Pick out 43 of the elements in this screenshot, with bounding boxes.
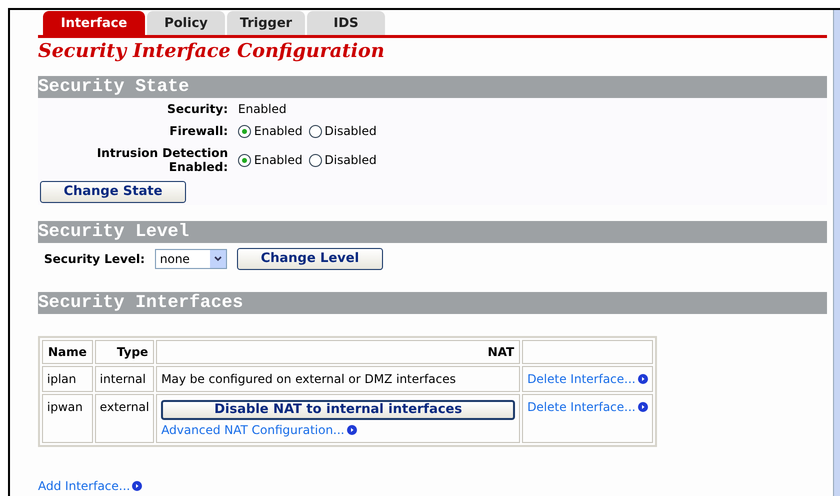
radio-icon[interactable] [308, 124, 322, 138]
chevron-down-icon [214, 256, 222, 262]
table-cell: iplan [42, 366, 93, 392]
table-cell: internal [94, 366, 154, 392]
radio-option[interactable]: Disabled [308, 124, 377, 138]
column-header: Name [42, 340, 93, 364]
column-header: NAT [156, 340, 520, 364]
radio-option[interactable]: Enabled [238, 124, 302, 138]
arrow-circle-icon [638, 374, 648, 384]
link[interactable]: Add Interface... [38, 478, 142, 492]
link[interactable]: Advanced NAT Configuration... [161, 422, 356, 436]
arrow-circle-icon [132, 480, 142, 490]
table-cell: ipwan [42, 394, 93, 442]
tab[interactable]: IDS [307, 11, 385, 35]
link[interactable]: Delete Interface... [527, 372, 648, 386]
column-header: Type [94, 340, 154, 364]
tab[interactable]: Interface [43, 11, 145, 35]
table-cell: external [94, 394, 154, 442]
page-title: Security Interface Configuration [38, 40, 386, 62]
tab[interactable]: Trigger [227, 11, 305, 35]
field-label: Security: [166, 102, 228, 116]
tab[interactable]: Policy [147, 11, 225, 35]
field-value: Enabled [238, 102, 288, 116]
radio-icon[interactable] [308, 154, 322, 166]
arrow-circle-icon [346, 424, 356, 434]
field-label: Intrusion Detection Enabled: [96, 146, 228, 174]
section-header: Security Interfaces [38, 292, 827, 314]
disable-nat-button[interactable]: Disable NAT to internal interfaces [161, 400, 516, 420]
radio-option[interactable]: Disabled [308, 153, 377, 167]
table-cell: May be configured on external or DMZ interfaces [156, 366, 520, 392]
level-select[interactable]: none [154, 248, 227, 268]
radio-icon[interactable] [238, 124, 251, 138]
radio-icon[interactable] [238, 154, 251, 166]
field-label: Security Level: [44, 252, 145, 266]
scrollbar[interactable] [833, 10, 840, 496]
arrow-circle-icon [638, 402, 648, 412]
section-header: Security State [38, 76, 827, 98]
link[interactable]: Delete Interface... [527, 400, 648, 414]
change-level-button[interactable]: Change Level [236, 248, 383, 270]
section-header: Security Level [38, 220, 827, 242]
field-label: Firewall: [168, 124, 228, 138]
change-state-button[interactable]: Change State [40, 180, 186, 202]
radio-option[interactable]: Enabled [238, 153, 302, 167]
